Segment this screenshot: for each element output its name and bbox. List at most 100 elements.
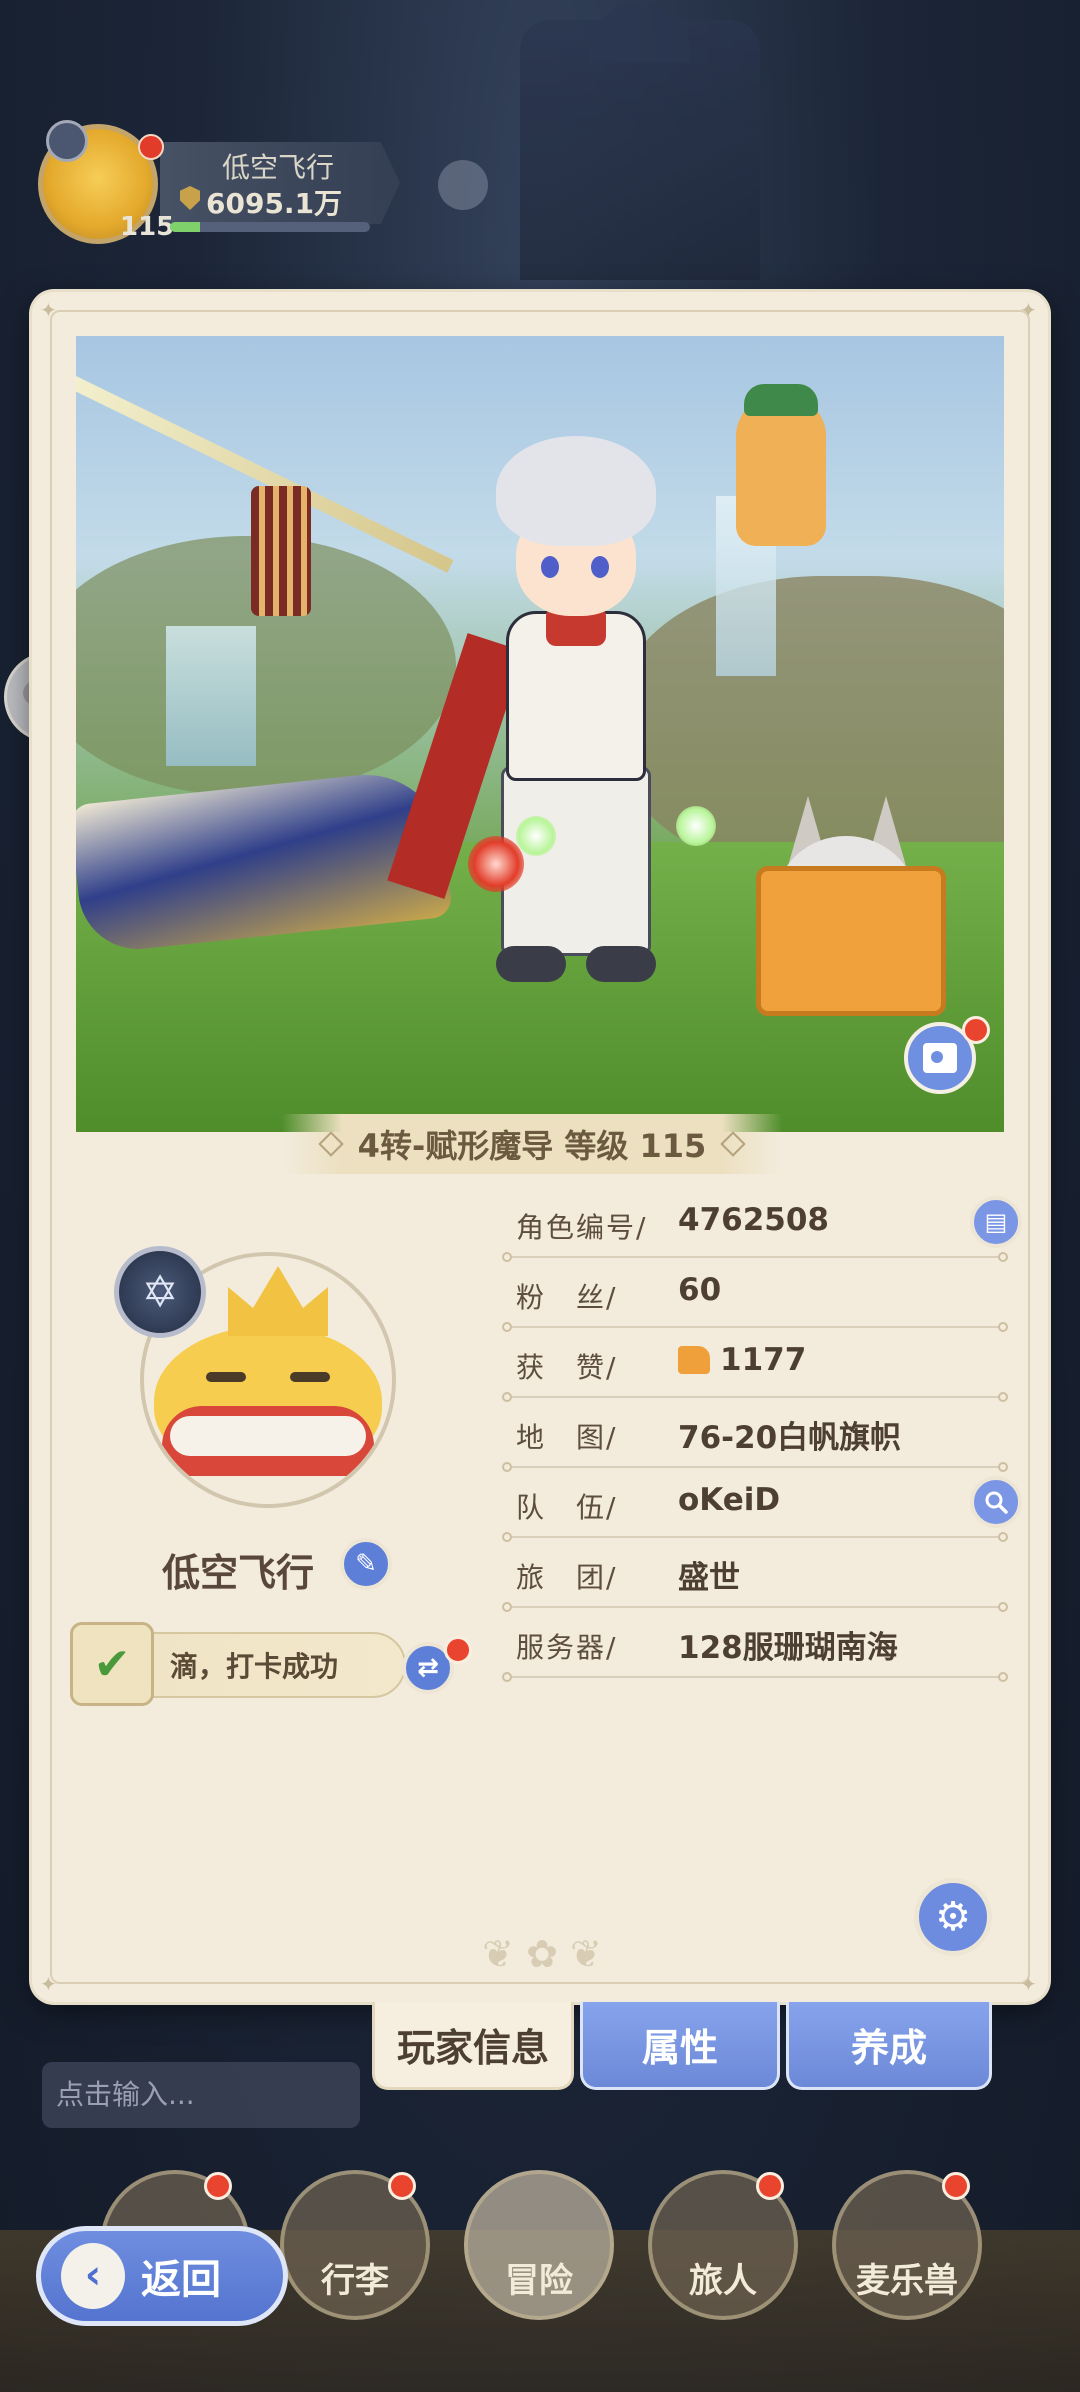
search-icon (985, 1491, 1008, 1514)
character-showcase[interactable] (76, 336, 1004, 1132)
rank-badge-icon (46, 120, 88, 162)
character-eye (541, 556, 559, 578)
nav-label: 冒险 (505, 2261, 573, 2301)
magic-orb (468, 836, 524, 892)
notification-dot (942, 2172, 970, 2200)
info-row-fans: 粉 丝/ 60 (482, 1262, 1042, 1332)
class-level-banner: 4转-赋形魔导 等级 115 (282, 1114, 782, 1174)
likes-count: 1177 (720, 1342, 807, 1378)
row-divider (502, 1252, 1008, 1262)
tab-player-info[interactable]: 玩家信息 (372, 2002, 574, 2090)
corner-ornament: ✦ (40, 1972, 57, 1996)
info-row-team: 队 伍/ oKeiD (482, 1472, 1042, 1542)
avatar-eye (206, 1372, 246, 1382)
notification-dot (388, 2172, 416, 2200)
top-level: 115 (120, 212, 175, 242)
character-shoe (496, 946, 566, 982)
info-row-likes: 获 赞/ 1177 (482, 1332, 1042, 1402)
row-divider (502, 1462, 1008, 1472)
player-character (387, 436, 726, 996)
avatar-cape-trim (170, 1416, 366, 1456)
chat-input[interactable]: 点击输入... (42, 2062, 360, 2128)
rank-badge-icon: ✡ (114, 1246, 206, 1338)
top-player-name: 低空飞行 (222, 151, 335, 184)
info-row-map: 地 图/ 76-20白帆旗帜 (482, 1402, 1042, 1472)
info-value: 盛世 (678, 1560, 740, 1596)
info-label: 地 图/ (516, 1421, 618, 1454)
info-label: 服务器/ (516, 1631, 618, 1664)
checkin-text: 滴，打卡成功 (170, 1650, 339, 1683)
copy-icon: ▤ (984, 1208, 1008, 1236)
info-value: 4762508 (678, 1202, 829, 1238)
tab-growth[interactable]: 养成 (786, 2002, 992, 2090)
top-player-bar[interactable]: 115 低空飞行 6095.1万 (10, 110, 410, 250)
swap-arrows-icon: ⇄ (417, 1653, 439, 1683)
exp-bar-fill (170, 222, 200, 232)
nav-label: 行李 (321, 2261, 389, 2301)
nav-label: 旅人 (689, 2261, 757, 2301)
player-profile-card: ✦ ✦ ✦ ✦ 4转-赋形魔导 等级 115 ✡ 低空飞行 ✎ 滴，打卡成功 ✔… (32, 292, 1048, 2002)
back-button[interactable]: ‹ 返回 (36, 2226, 288, 2326)
info-row-server: 服务器/ 128服珊瑚南海 (482, 1612, 1042, 1682)
calendar-check-icon: ✔ (70, 1622, 154, 1706)
character-shoe (586, 946, 656, 982)
info-value: 60 (678, 1272, 722, 1308)
exp-bar (170, 222, 370, 232)
row-divider (502, 1602, 1008, 1612)
diamond-ornament (317, 1131, 344, 1157)
tab-attributes[interactable]: 属性 (580, 2002, 780, 2090)
top-power-value: 6095.1万 (206, 187, 343, 220)
class-level-text: 4转-赋形魔导 等级 115 (357, 1127, 707, 1165)
gear-icon: ⚙ (935, 1894, 971, 1940)
crown-icon (228, 1266, 328, 1336)
info-label: 旅 团/ (516, 1561, 618, 1594)
info-value: 128服珊瑚南海 (678, 1630, 898, 1666)
info-value: 76-20白帆旗帜 (678, 1420, 902, 1456)
info-row-guild: 旅 团/ 盛世 (482, 1542, 1042, 1612)
back-arrow-icon: ‹ (61, 2243, 125, 2309)
info-label: 队 伍/ (516, 1491, 618, 1524)
corner-ornament: ✦ (1020, 1972, 1037, 1996)
back-label: 返回 (141, 2257, 221, 2303)
buff-icon[interactable] (438, 160, 488, 210)
thumbs-up-icon (678, 1346, 710, 1374)
card-bottom-emblem: ❦ ✿ ❦ (482, 1932, 602, 1976)
info-value: oKeiD (678, 1482, 781, 1518)
notification-dot (204, 2172, 232, 2200)
row-divider (502, 1392, 1008, 1402)
scene-waterfall (166, 626, 256, 766)
notification-dot (756, 2172, 784, 2200)
flying-pet (736, 396, 826, 546)
edit-name-button[interactable]: ✎ (340, 1538, 392, 1590)
row-divider (502, 1532, 1008, 1542)
box-pet (756, 866, 946, 1016)
pet-hat (744, 384, 818, 416)
character-hair (496, 436, 656, 546)
notification-dot (138, 134, 164, 160)
info-label: 粉 丝/ (516, 1281, 618, 1314)
lantern-prop (251, 486, 311, 616)
corner-ornament: ✦ (40, 298, 57, 322)
player-name: 低空飞行 (162, 1551, 315, 1595)
avatar-eye (290, 1372, 330, 1382)
info-value-likes: 1177 (678, 1342, 806, 1378)
settings-button[interactable]: ⚙ (914, 1878, 992, 1956)
notification-dot (962, 1016, 990, 1044)
info-row-role-id: 角色编号/ 4762508 ▤ (482, 1192, 1042, 1262)
magic-orb (676, 806, 716, 846)
nav-adventure[interactable]: 冒险 (464, 2170, 614, 2320)
row-divider (502, 1672, 1008, 1682)
nav-label: 麦乐兽 (856, 2261, 958, 2301)
background-castle (520, 2, 760, 280)
notification-dot (444, 1636, 472, 1664)
corner-ornament: ✦ (1020, 298, 1037, 322)
photo-icon (923, 1043, 957, 1073)
copy-id-button[interactable]: ▤ (970, 1196, 1022, 1248)
search-team-button[interactable] (970, 1476, 1022, 1528)
character-eye (591, 556, 609, 578)
diamond-ornament (720, 1131, 747, 1157)
magic-orb (516, 816, 556, 856)
info-label: 获 赞/ (516, 1351, 618, 1384)
info-label: 角色编号/ (516, 1211, 648, 1244)
pencil-icon: ✎ (355, 1549, 377, 1579)
